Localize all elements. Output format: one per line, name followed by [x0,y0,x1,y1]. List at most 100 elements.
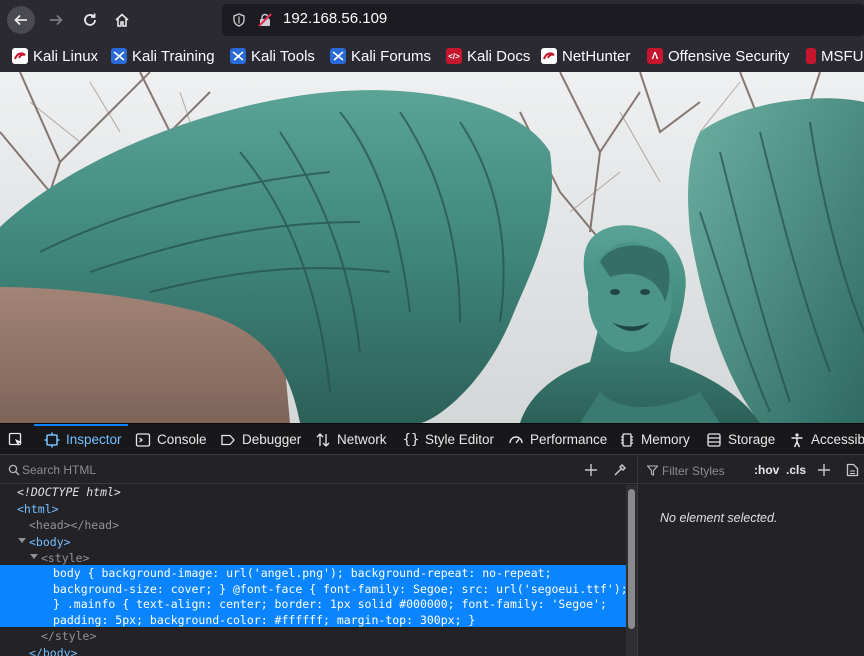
tab-accessibility[interactable]: Accessibi [789,424,864,455]
filter-styles-input[interactable] [662,463,752,478]
back-button[interactable] [7,6,35,34]
bookmark-label: Kali Docs [467,47,531,65]
storage-icon [706,432,722,448]
no-element-selected-message: No element selected. [660,511,778,525]
selected-style-text-node[interactable]: body { background-image: url('angel.png'… [0,565,626,627]
home-button[interactable] [108,6,136,34]
bookmark-nethunter[interactable]: NetHunter [541,47,630,65]
scrollbar-thumb[interactable] [628,489,635,629]
bookmark-label: NetHunter [562,47,631,65]
bookmark-kali-docs[interactable]: </> Kali Docs [446,47,530,65]
html-node[interactable]: <html> [17,501,626,518]
bookmark-label: MSFU [821,47,864,65]
rules-panel: :hov .cls No element selected. [637,456,864,656]
bookmark-label: Kali Linux [33,47,99,65]
bookmark-kali-tools[interactable]: Kali Tools [230,47,315,65]
expand-body-toggle[interactable] [18,538,26,543]
tracking-shield-icon[interactable] [232,13,246,27]
tab-label: Performance [530,432,608,447]
debugger-icon [220,432,236,448]
arrow-right-icon [50,14,63,26]
tab-console[interactable]: Console [135,424,207,455]
page-viewport [0,72,864,423]
tab-debugger[interactable]: Debugger [220,424,301,455]
body-node[interactable]: <body> [29,534,626,551]
markup-toolbar [0,456,637,484]
class-toggle[interactable]: .cls [786,463,806,477]
expand-style-toggle[interactable] [30,554,38,559]
hover-state-toggle[interactable]: :hov [754,463,779,477]
url-text[interactable]: 192.168.56.109 [283,10,387,27]
tab-label: Inspector [66,432,122,447]
add-node-icon[interactable] [584,463,598,477]
reload-button[interactable] [76,6,104,34]
search-icon [8,464,20,476]
doctype-node[interactable]: <!DOCTYPE html> [17,485,626,501]
browser-toolbar: 192.168.56.109 [0,0,864,40]
style-text-line: } .mainfo { text-align: center; border: … [53,597,607,611]
tab-label: Network [337,432,387,447]
style-close-node[interactable]: </style> [41,628,626,645]
angel-statue-image [0,72,864,423]
inspector-icon [44,432,60,448]
bookmark-label: Kali Tools [251,47,315,65]
bookmarks-toolbar: Kali Linux Kali Training Kali Tools Kali… [0,40,864,72]
tab-inspector[interactable]: Inspector [44,424,122,455]
style-text-line: padding: 5px; background-color: #ffffff;… [53,612,476,627]
kali-forums-icon [330,48,346,64]
element-picker-button[interactable] [8,424,24,455]
console-icon [135,432,151,448]
kali-tools-icon [230,48,246,64]
reload-icon [84,13,96,26]
insecure-lock-icon[interactable] [258,13,272,27]
forward-button[interactable] [42,6,70,34]
home-icon [115,13,129,27]
print-simulation-icon[interactable] [846,463,859,477]
tab-memory[interactable]: Memory [619,424,690,455]
element-picker-icon [8,432,22,446]
style-text-line: body { background-image: url('angel.png'… [53,566,552,580]
bookmark-label: Kali Forums [351,47,432,65]
tab-performance[interactable]: Performance [508,424,607,455]
bookmark-kali-training[interactable]: Kali Training [111,47,215,65]
head-node[interactable]: <head></head> [29,517,626,534]
tab-label: Accessibi [811,432,864,447]
markup-view: <!DOCTYPE html> <html> <head></head> <bo… [0,485,626,656]
tab-label: Style Editor [425,432,495,447]
kali-training-icon [111,48,127,64]
body-close-node[interactable]: </body> [29,645,626,656]
devtools-panel: Inspector Console Debugger Network {} St… [0,423,864,656]
devtools-tabbar: Inspector Console Debugger Network {} St… [0,424,864,455]
nethunter-icon [541,48,557,64]
search-html-input[interactable] [22,462,322,478]
offensive-security-icon: Ʌ [647,48,663,64]
tab-style-editor[interactable]: {} Style Editor [403,424,494,455]
filter-icon [647,465,658,476]
bookmark-kali-forums[interactable]: Kali Forums [330,47,431,65]
kali-docs-icon: </> [446,48,462,64]
url-bar[interactable]: 192.168.56.109 [222,4,864,36]
markup-scrollbar[interactable] [626,485,637,656]
tab-storage[interactable]: Storage [706,424,775,455]
style-editor-icon: {} [402,431,420,448]
bookmark-kali-linux[interactable]: Kali Linux [12,47,98,65]
arrow-left-icon [14,14,27,26]
tab-label: Console [157,432,207,447]
tab-label: Memory [641,432,690,447]
bookmark-label: Offensive Security [668,47,790,65]
kali-dragon-icon [12,48,28,64]
tab-label: Debugger [242,432,302,447]
bookmark-msfu[interactable]: MSFU [806,47,864,65]
add-rule-icon[interactable] [817,463,831,477]
accessibility-icon [789,432,805,448]
eyedropper-icon[interactable] [613,463,627,477]
msfu-icon [806,48,816,64]
memory-icon [619,432,635,448]
rules-toolbar: :hov .cls [638,456,864,484]
network-icon [315,432,331,448]
tab-network[interactable]: Network [315,424,387,455]
bookmark-offensive-security[interactable]: Ʌ Offensive Security [647,47,789,65]
bookmark-label: Kali Training [132,47,215,65]
style-text-line: background-size: cover; } @font-face { f… [53,581,626,596]
tab-label: Storage [728,432,776,447]
